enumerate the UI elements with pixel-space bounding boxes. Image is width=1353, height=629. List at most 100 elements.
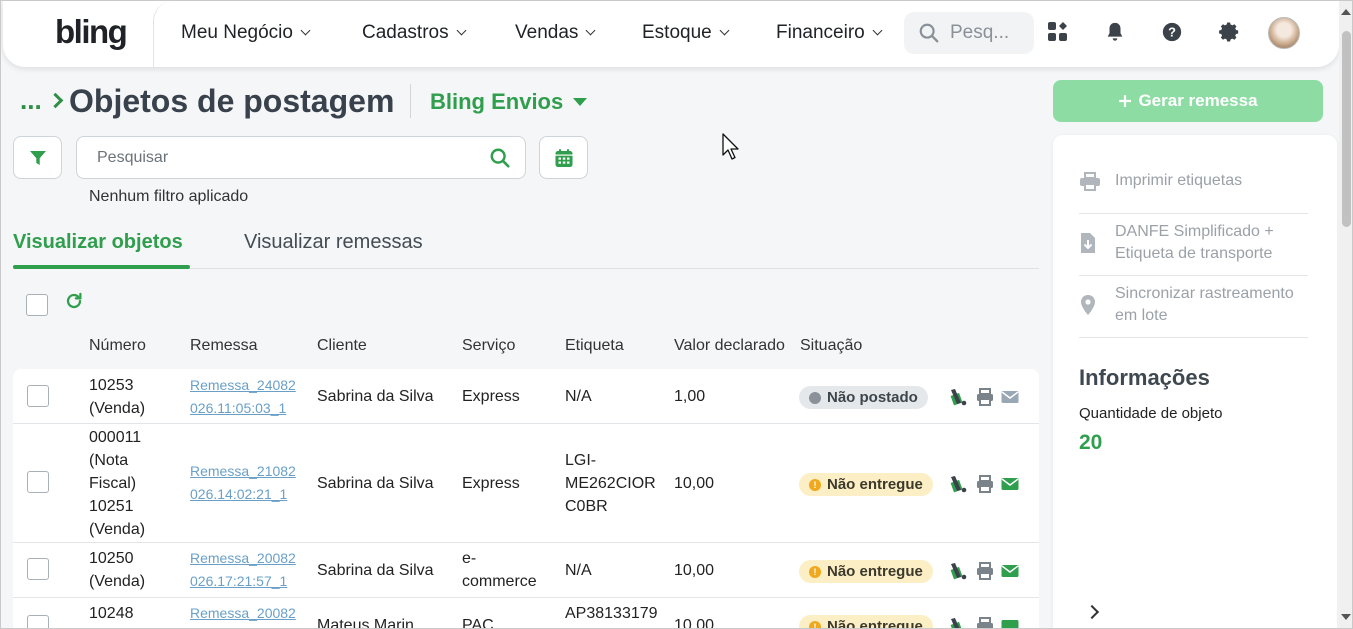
search-icon (919, 23, 939, 43)
status-badge: ! Não entregue (799, 473, 933, 496)
avatar[interactable] (1268, 17, 1300, 49)
chevron-right-icon[interactable] (1084, 604, 1100, 620)
info-title: Informações (1079, 365, 1210, 390)
cell-numero: 10250 (Venda) (89, 550, 146, 590)
nav-vendas[interactable]: Vendas (515, 22, 596, 44)
nav-label: Cadastros (362, 22, 449, 43)
column-header-numero[interactable]: Número (89, 337, 146, 355)
no-filter-text: Nenhum filtro aplicado (89, 188, 249, 205)
row-checkbox[interactable] (27, 558, 49, 580)
scroll-down-arrow[interactable] (1341, 614, 1351, 620)
column-header-cliente[interactable]: Cliente (317, 337, 367, 355)
column-header-valor-declarado[interactable]: Valor declarado (674, 337, 785, 355)
table-row[interactable]: 10248 Remessa_20082 Mateus Marin PAC AP3… (13, 598, 1039, 628)
cell-cliente: Sabrina da Silva (317, 562, 434, 579)
cell-remessa-link[interactable]: Remessa_21082 026.14:02:21_1 (190, 460, 296, 506)
apps-icon[interactable] (1045, 19, 1071, 45)
logo-divider (153, 1, 173, 67)
generate-shipment-label: Gerar remessa (1138, 91, 1258, 110)
tabs: Visualizar objetos Visualizar remessas (13, 225, 1039, 269)
cell-cliente: Sabrina da Silva (317, 475, 434, 492)
print-labels-action[interactable]: Imprimir etiquetas (1079, 170, 1308, 214)
table-row[interactable]: 000011 (Nota Fiscal) 10251 (Venda) Remes… (13, 424, 1039, 543)
generate-shipment-button[interactable]: Gerar remessa (1053, 80, 1323, 122)
envelope-icon[interactable] (1000, 616, 1020, 628)
breadcrumb[interactable]: ... (20, 85, 63, 116)
map-pin-icon (1079, 294, 1097, 321)
chevron-down-icon (456, 25, 467, 36)
table-row[interactable]: 10250 (Venda) Remessa_20082 026.17:21:57… (13, 543, 1039, 598)
print-icon[interactable] (975, 474, 995, 494)
cell-valor: 1,00 (674, 388, 706, 405)
help-icon[interactable]: ? (1159, 19, 1185, 45)
chevron-down-icon (719, 25, 730, 36)
date-filter-button[interactable] (539, 136, 588, 179)
nav-meu-negocio[interactable]: Meu Negócio (181, 22, 311, 44)
column-header-situacao[interactable]: Situação (800, 337, 862, 355)
select-all-checkbox[interactable] (26, 294, 48, 316)
breadcrumb-ellipsis: ... (20, 85, 42, 115)
envelope-icon[interactable] (1000, 474, 1020, 494)
search-icon[interactable] (489, 147, 511, 174)
warning-dot-icon: ! (809, 565, 821, 578)
search-field[interactable] (76, 136, 526, 179)
cell-servico: Express (462, 475, 520, 492)
top-navbar: bling Meu Negócio Cadastros Vendas Estoq… (3, 1, 1339, 67)
bell-icon[interactable] (1102, 19, 1128, 45)
global-search-placeholder: Pesq... (950, 22, 1010, 43)
status-badge: ! Não entregue (799, 560, 933, 583)
file-download-icon (1079, 232, 1097, 259)
row-checkbox[interactable] (27, 471, 49, 493)
column-header-remessa[interactable]: Remessa (190, 337, 258, 355)
row-checkbox[interactable] (27, 385, 49, 407)
cell-valor: 10,00 (674, 475, 715, 492)
table-row[interactable]: 10253 (Venda) Remessa_24082 026.11:05:03… (13, 369, 1039, 424)
scroll-up-arrow[interactable] (1341, 9, 1351, 15)
print-icon[interactable] (975, 561, 995, 581)
shipping-hand-icon[interactable] (949, 387, 969, 407)
nav-label: Financeiro (776, 22, 865, 43)
tab-visualizar-remessas[interactable]: Visualizar remessas (244, 231, 423, 254)
column-header-etiqueta[interactable]: Etiqueta (565, 337, 624, 355)
cell-etiqueta: LGI- ME262CIOR C0BR (565, 452, 656, 515)
cell-remessa-link[interactable]: Remessa_24082 026.11:05:03_1 (190, 374, 296, 420)
shipping-hand-icon[interactable] (949, 474, 969, 494)
module-selector[interactable]: Bling Envios (430, 89, 588, 115)
cell-valor: 10,00 (674, 562, 715, 579)
refresh-icon[interactable] (65, 292, 83, 315)
info-quantity-label: Quantidade de objeto (1079, 405, 1223, 422)
svg-text:?: ? (1168, 25, 1176, 40)
cell-numero: 000011 (Nota Fiscal) 10251 (Venda) (89, 429, 146, 538)
sync-tracking-action[interactable]: Sincronizar rastreamento em lote (1079, 283, 1308, 338)
danfe-action[interactable]: DANFE Simplificado + Etiqueta de transpo… (1079, 221, 1308, 276)
scrollbar-thumb[interactable] (1342, 31, 1351, 227)
info-quantity-value: 20 (1079, 431, 1103, 454)
cell-etiqueta: N/A (565, 388, 592, 405)
bling-logo[interactable]: bling (55, 13, 128, 51)
cell-cliente: Sabrina da Silva (317, 388, 434, 405)
print-icon[interactable] (975, 616, 995, 628)
filter-button[interactable] (13, 136, 62, 179)
status-dot (809, 391, 821, 404)
column-header-servico[interactable]: Serviço (462, 337, 515, 355)
nav-estoque[interactable]: Estoque (642, 22, 730, 44)
search-input[interactable] (97, 147, 477, 169)
envelope-icon[interactable] (1000, 561, 1020, 581)
status-badge: Não postado (799, 386, 928, 409)
app-window: bling Meu Negócio Cadastros Vendas Estoq… (0, 0, 1353, 629)
nav-cadastros[interactable]: Cadastros (362, 22, 467, 44)
global-search[interactable]: Pesq... (904, 12, 1034, 54)
row-checkbox[interactable] (27, 615, 49, 628)
shipping-hand-icon[interactable] (949, 616, 969, 628)
tab-visualizar-objetos[interactable]: Visualizar objetos (13, 231, 183, 254)
gear-icon[interactable] (1216, 19, 1242, 45)
nav-financeiro[interactable]: Financeiro (776, 22, 883, 44)
chevron-down-icon (872, 25, 883, 36)
nav-label: Meu Negócio (181, 22, 293, 43)
warning-dot-icon: ! (809, 620, 821, 628)
envelope-icon[interactable] (1000, 387, 1020, 407)
cell-remessa-link[interactable]: Remessa_20082 026.17:21:57_1 (190, 547, 296, 593)
print-icon[interactable] (975, 387, 995, 407)
shipping-hand-icon[interactable] (949, 561, 969, 581)
cell-remessa-link[interactable]: Remessa_20082 (190, 602, 296, 625)
